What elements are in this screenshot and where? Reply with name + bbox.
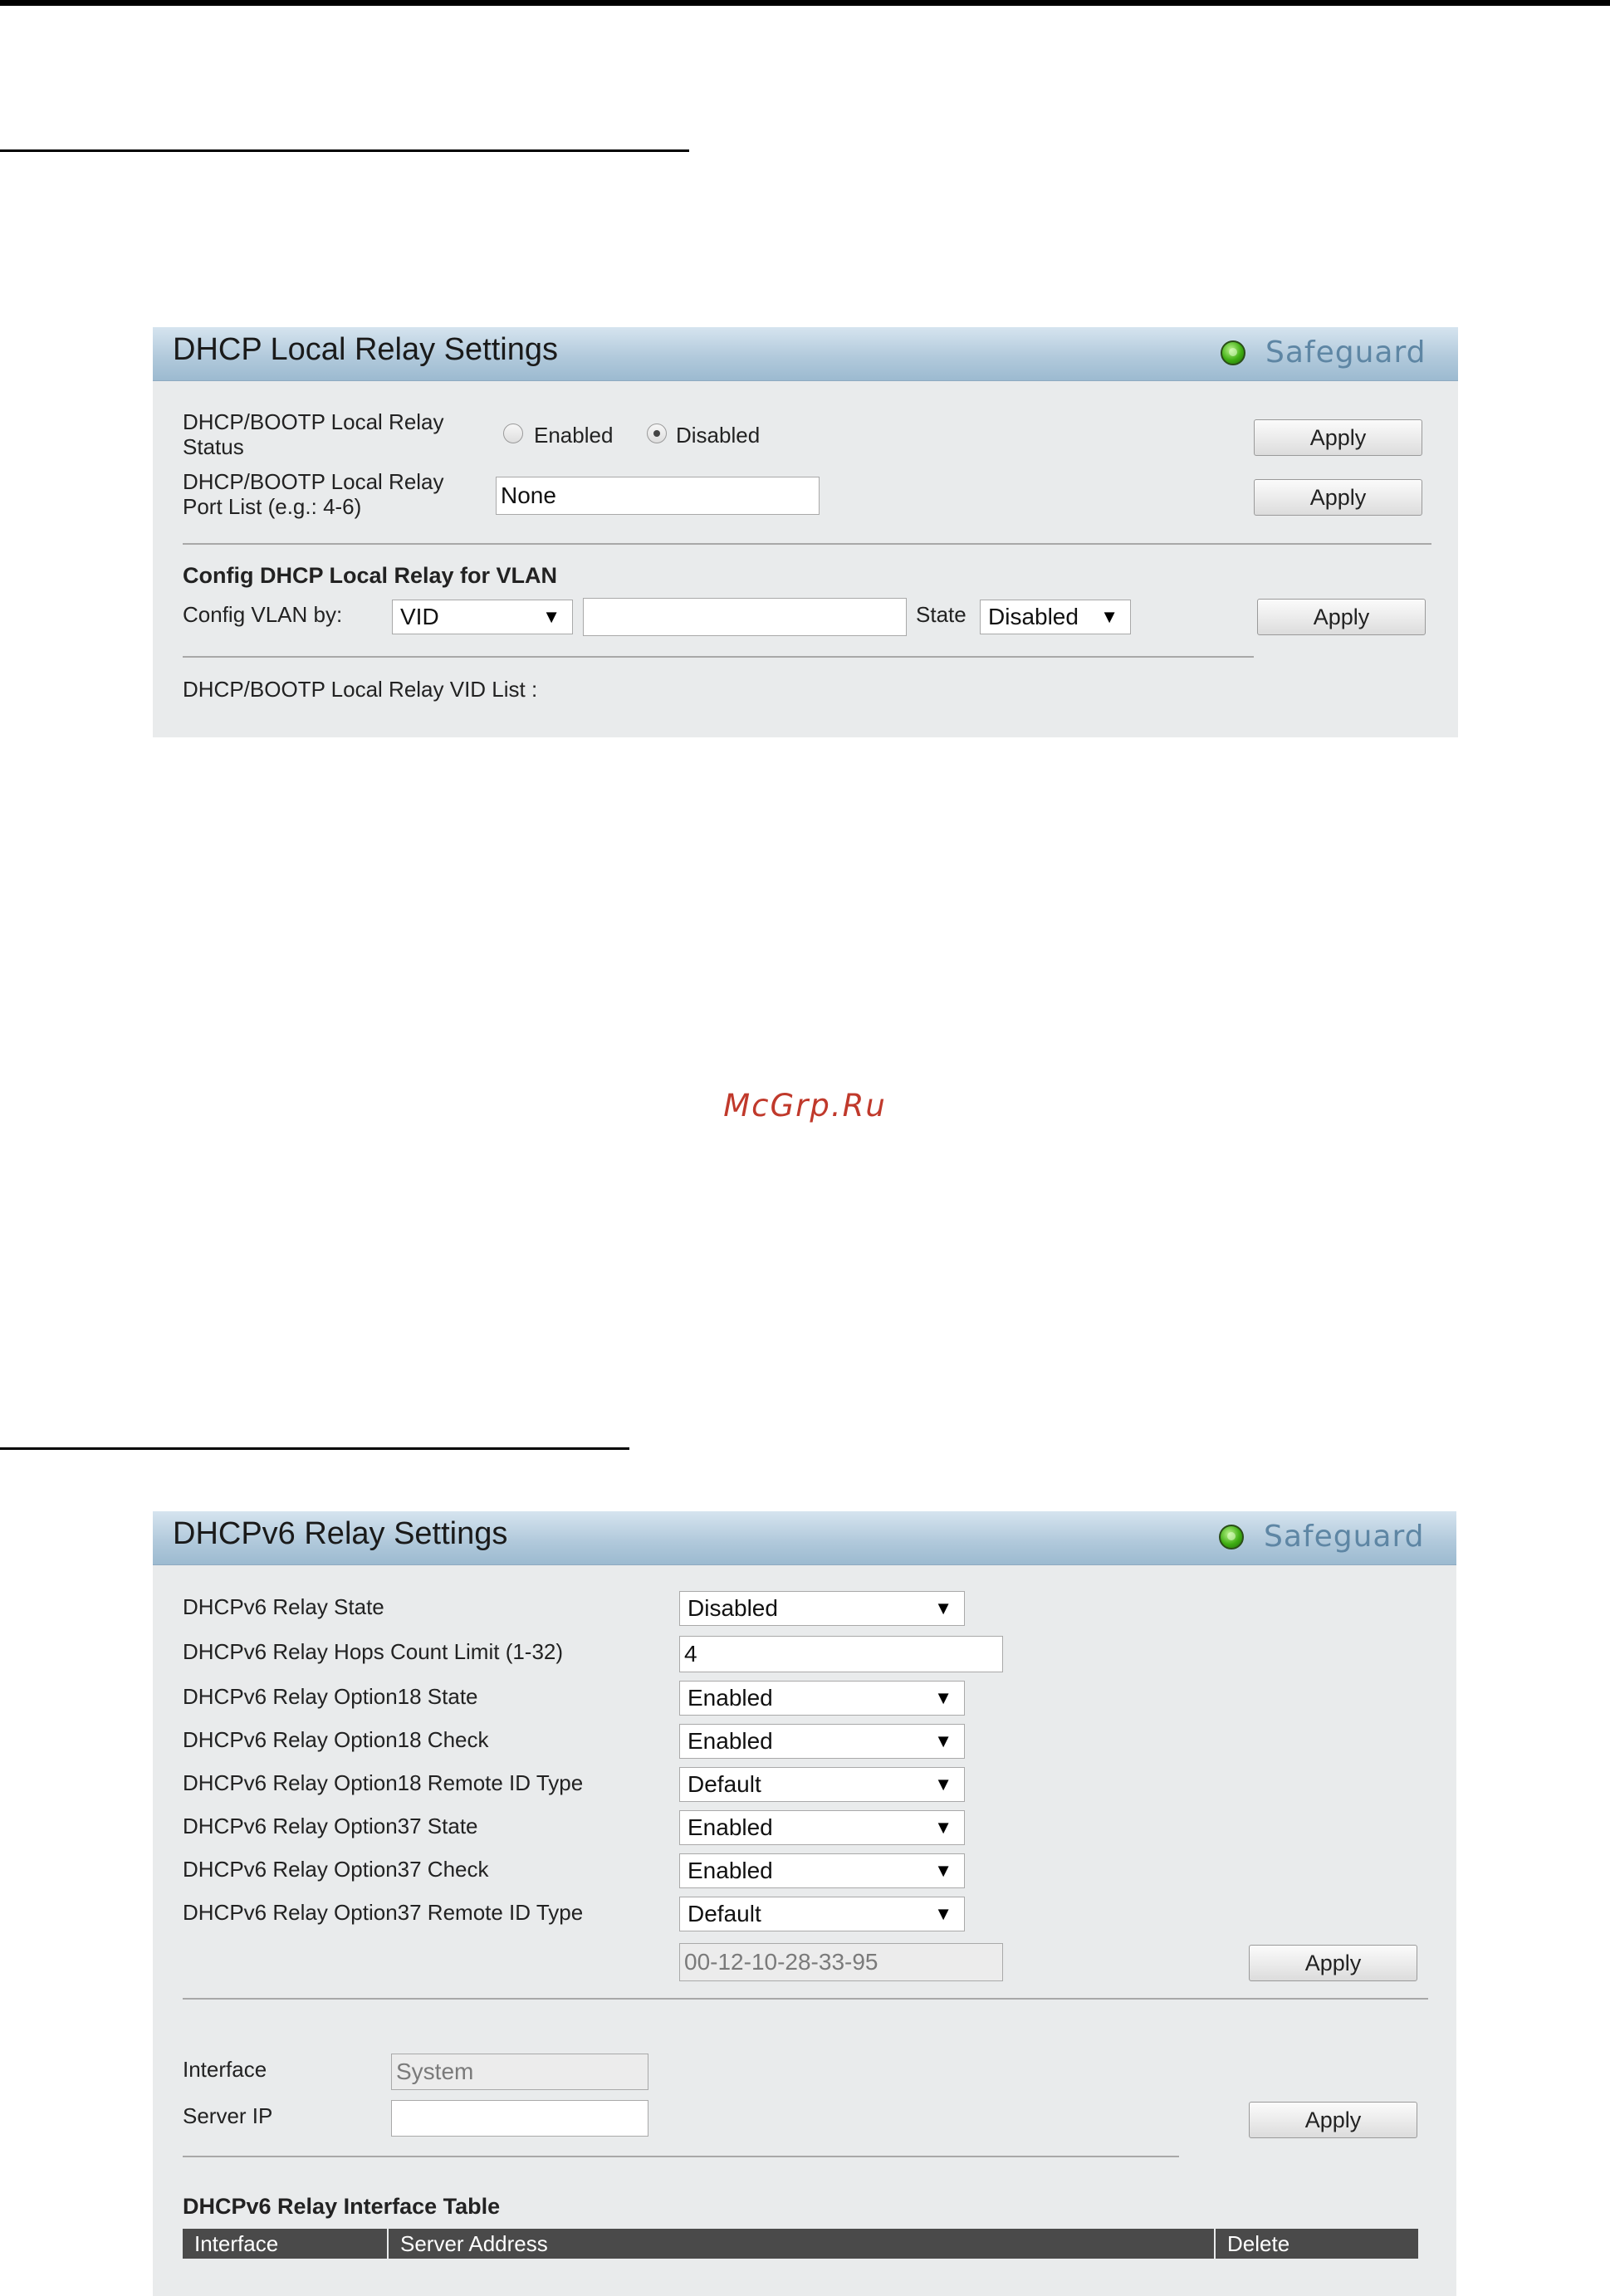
interface-table-header: Interface Server Address Delete [183, 2229, 1418, 2259]
status-disabled-radio[interactable] [647, 423, 667, 443]
port-list-input[interactable] [496, 477, 820, 515]
chevron-down-icon: ▼ [934, 1598, 952, 1618]
option18-state-select[interactable]: Enabled ▼ [679, 1681, 965, 1716]
relay-status-label-line1: DHCP/BOOTP Local Relay [183, 409, 444, 434]
vid-list-label: DHCP/BOOTP Local Relay VID List : [183, 677, 538, 702]
section-divider [183, 543, 1431, 545]
option18-remote-id-select[interactable]: Default ▼ [679, 1767, 965, 1802]
hops-count-label: DHCPv6 Relay Hops Count Limit (1-32) [183, 1639, 564, 1664]
panel-title: DHCPv6 Relay Settings [173, 1516, 508, 1551]
option37-state-label: DHCPv6 Relay Option37 State [183, 1814, 478, 1838]
config-vlan-label: Config VLAN by: [183, 602, 343, 627]
safeguard-indicator: Safeguard [1219, 1520, 1423, 1554]
option37-remote-id-select[interactable]: Default ▼ [679, 1897, 965, 1931]
option18-check-selected: Enabled [688, 1728, 773, 1754]
table-divider [183, 2156, 1179, 2157]
panel-header: DHCP Local Relay Settings Safeguard [153, 327, 1458, 381]
server-ip-apply-button[interactable]: Apply [1249, 2102, 1417, 2138]
safeguard-status-icon [1221, 340, 1245, 365]
watermark-text: McGrp.Ru [723, 1088, 887, 1124]
vid-list-divider [183, 656, 1254, 658]
option18-state-label: DHCPv6 Relay Option18 State [183, 1684, 478, 1709]
vlan-state-select[interactable]: Disabled ▼ [980, 600, 1131, 634]
server-ip-input[interactable] [391, 2100, 648, 2137]
relay-status-label-line2: Status [183, 434, 244, 459]
relay-state-selected: Disabled [688, 1595, 778, 1621]
relay-state-select[interactable]: Disabled ▼ [679, 1591, 965, 1626]
port-list-apply-button[interactable]: Apply [1254, 479, 1422, 516]
chevron-down-icon: ▼ [934, 1731, 952, 1751]
section-rule-2 [0, 1447, 629, 1450]
option37-check-label: DHCPv6 Relay Option37 Check [183, 1857, 489, 1882]
chevron-down-icon: ▼ [934, 1817, 952, 1838]
option18-remote-id-label: DHCPv6 Relay Option18 Remote ID Type [183, 1770, 584, 1795]
dhcp-local-relay-panel: DHCP Local Relay Settings Safeguard DHCP… [153, 327, 1458, 737]
panel-title: DHCP Local Relay Settings [173, 332, 558, 367]
port-list-label-line1: DHCP/BOOTP Local Relay [183, 469, 444, 494]
option37-check-select[interactable]: Enabled ▼ [679, 1853, 965, 1888]
vlan-apply-button[interactable]: Apply [1257, 599, 1426, 635]
interface-input [391, 2054, 648, 2090]
chevron-down-icon: ▼ [934, 1687, 952, 1708]
safeguard-label: Safeguard [1265, 335, 1426, 370]
remote-id-value-input [679, 1943, 1003, 1981]
status-apply-button[interactable]: Apply [1254, 419, 1422, 456]
status-disabled-label: Disabled [676, 423, 761, 448]
status-enabled-label: Enabled [534, 423, 614, 448]
option18-check-label: DHCPv6 Relay Option18 Check [183, 1727, 489, 1752]
server-ip-label: Server IP [183, 2103, 273, 2128]
option37-state-selected: Enabled [688, 1814, 773, 1840]
port-list-label-line2: Port List (e.g.: 4-6) [183, 494, 362, 519]
option18-remote-id-selected: Default [688, 1771, 761, 1797]
chevron-down-icon: ▼ [542, 606, 560, 627]
top-border [0, 0, 1610, 6]
config-vlan-input[interactable] [583, 598, 907, 636]
relay-state-label: DHCPv6 Relay State [183, 1594, 384, 1619]
section-rule-1 [0, 149, 689, 152]
column-header-interface: Interface [183, 2229, 389, 2259]
option18-check-select[interactable]: Enabled ▼ [679, 1724, 965, 1759]
option37-remote-id-label: DHCPv6 Relay Option37 Remote ID Type [183, 1900, 584, 1925]
safeguard-status-icon [1219, 1525, 1244, 1549]
chevron-down-icon: ▼ [934, 1860, 952, 1881]
column-header-delete: Delete [1227, 2231, 1290, 2256]
dhcpv6-relay-panel: DHCPv6 Relay Settings Safeguard DHCPv6 R… [153, 1511, 1456, 2296]
option37-remote-id-selected: Default [688, 1901, 761, 1926]
panel-header: DHCPv6 Relay Settings Safeguard [153, 1511, 1456, 1565]
relay-settings-apply-button[interactable]: Apply [1249, 1945, 1417, 1981]
chevron-down-icon: ▼ [934, 1774, 952, 1794]
config-vlan-selected: VID [400, 604, 439, 629]
state-label: State [916, 602, 966, 627]
chevron-down-icon: ▼ [1100, 606, 1118, 627]
vlan-state-selected: Disabled [988, 604, 1079, 629]
safeguard-label: Safeguard [1264, 1520, 1425, 1554]
interface-table-title: DHCPv6 Relay Interface Table [183, 2194, 501, 2219]
option37-check-selected: Enabled [688, 1858, 773, 1883]
option37-state-select[interactable]: Enabled ▼ [679, 1810, 965, 1845]
column-header-server-address: Server Address [389, 2229, 1216, 2259]
interface-label: Interface [183, 2057, 267, 2082]
option18-state-selected: Enabled [688, 1685, 773, 1711]
vlan-section-title: Config DHCP Local Relay for VLAN [183, 563, 558, 588]
section-divider [183, 1998, 1428, 2000]
safeguard-indicator: Safeguard [1221, 335, 1425, 370]
chevron-down-icon: ▼ [934, 1903, 952, 1924]
status-enabled-radio[interactable] [503, 423, 523, 443]
config-vlan-select[interactable]: VID ▼ [392, 600, 573, 634]
hops-count-input[interactable] [679, 1636, 1003, 1672]
